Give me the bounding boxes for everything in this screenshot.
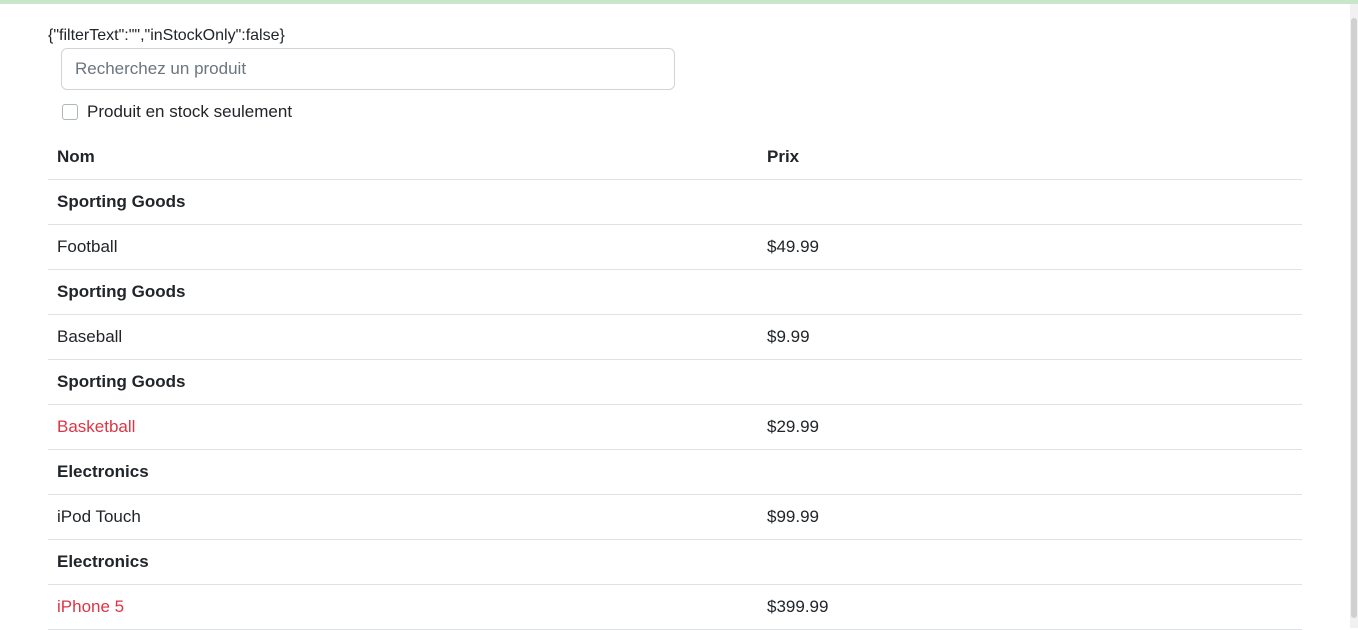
category-name: Electronics: [48, 539, 1302, 585]
product-row: Baseball $9.99: [48, 314, 1302, 360]
category-row: Electronics: [48, 449, 1302, 495]
in-stock-label[interactable]: Produit en stock seulement: [87, 100, 292, 124]
product-row: Basketball $29.99: [48, 404, 1302, 450]
scrollbar-thumb[interactable]: [1351, 18, 1357, 618]
product-name-out-of-stock: Basketball: [48, 404, 758, 450]
category-row: Sporting Goods: [48, 359, 1302, 405]
product-price: $99.99: [758, 494, 1302, 540]
column-header-name: Nom: [48, 135, 758, 180]
in-stock-checkbox[interactable]: [62, 104, 78, 120]
category-row: Electronics: [48, 539, 1302, 585]
product-name-out-of-stock: iPhone 5: [48, 584, 758, 630]
product-price: $399.99: [758, 584, 1302, 630]
product-name: Baseball: [48, 314, 758, 360]
product-price: $29.99: [758, 404, 1302, 450]
state-json-text: {"filterText":"","inStockOnly":false}: [48, 27, 285, 44]
product-row: iPhone 5 $399.99: [48, 584, 1302, 630]
product-name: iPod Touch: [48, 494, 758, 540]
table-header-row: Nom Prix: [48, 135, 1302, 180]
product-name: Football: [48, 224, 758, 270]
category-name: Sporting Goods: [48, 179, 1302, 225]
product-price: $9.99: [758, 314, 1302, 360]
column-header-price: Prix: [758, 135, 1302, 180]
stock-filter-row[interactable]: Produit en stock seulement: [62, 100, 1302, 124]
category-name: Electronics: [48, 449, 1302, 495]
category-name: Sporting Goods: [48, 269, 1302, 315]
category-name: Sporting Goods: [48, 359, 1302, 405]
product-table: Nom Prix Sporting Goods Football $49.99 …: [48, 135, 1302, 630]
search-input[interactable]: [61, 48, 675, 90]
vertical-scrollbar[interactable]: [1350, 4, 1358, 628]
product-row: Football $49.99: [48, 224, 1302, 270]
product-filter-app: {"filterText":"","inStockOnly":false} Pr…: [48, 4, 1302, 630]
category-row: Sporting Goods: [48, 179, 1302, 225]
product-row: iPod Touch $99.99: [48, 494, 1302, 540]
category-row: Sporting Goods: [48, 269, 1302, 315]
product-price: $49.99: [758, 224, 1302, 270]
